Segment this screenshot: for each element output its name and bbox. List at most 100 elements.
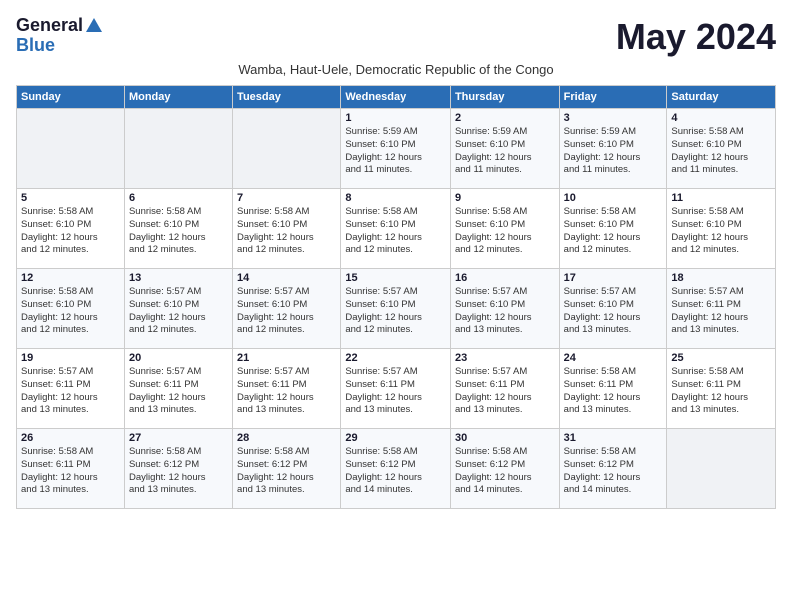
calendar-subtitle: Wamba, Haut-Uele, Democratic Republic of… — [16, 62, 776, 77]
day-number: 10 — [564, 192, 663, 204]
day-number: 20 — [129, 352, 228, 364]
calendar-cell: 27 Sunrise: 5:58 AM Sunset: 6:12 PM Dayli… — [124, 429, 232, 509]
logo-general-text: General — [16, 16, 83, 36]
day-of-week-header: Friday — [559, 86, 667, 109]
page-header: General Blue May 2024 — [16, 16, 776, 58]
calendar-cell: 20 Sunrise: 5:57 AM Sunset: 6:11 PM Dayli… — [124, 349, 232, 429]
day-number: 30 — [455, 432, 555, 444]
day-info: Sunrise: 5:57 AM Sunset: 6:10 PM Dayligh… — [237, 286, 336, 337]
calendar-cell: 29Sunrise: 5:58 AM Sunset: 6:12 PM Dayli… — [341, 429, 451, 509]
day-info: Sunrise: 5:57 AM Sunset: 6:11 PM Dayligh… — [345, 366, 446, 417]
day-of-week-header: Thursday — [450, 86, 559, 109]
day-info: Sunrise: 5:58 AM Sunset: 6:10 PM Dayligh… — [671, 126, 771, 177]
day-info: Sunrise: 5:58 AM Sunset: 6:10 PM Dayligh… — [564, 206, 663, 257]
day-number: 18 — [671, 272, 771, 284]
calendar-cell: 2 Sunrise: 5:59 AM Sunset: 6:10 PM Daylig… — [450, 109, 559, 189]
calendar-cell: 11 Sunrise: 5:58 AM Sunset: 6:10 PM Dayli… — [667, 189, 776, 269]
logo-icon — [85, 16, 103, 34]
calendar-cell: 3Sunrise: 5:59 AM Sunset: 6:10 PM Daylig… — [559, 109, 667, 189]
day-number: 2 — [455, 112, 555, 124]
day-info: Sunrise: 5:57 AM Sunset: 6:11 PM Dayligh… — [129, 366, 228, 417]
day-number: 24 — [564, 352, 663, 364]
day-info: Sunrise: 5:59 AM Sunset: 6:10 PM Dayligh… — [564, 126, 663, 177]
calendar-cell: 25Sunrise: 5:58 AM Sunset: 6:11 PM Dayli… — [667, 349, 776, 429]
day-number: 27 — [129, 432, 228, 444]
day-number: 23 — [455, 352, 555, 364]
calendar-cell: 23Sunrise: 5:57 AM Sunset: 6:11 PM Dayli… — [450, 349, 559, 429]
calendar-cell: 5Sunrise: 5:58 AM Sunset: 6:10 PM Daylig… — [17, 189, 125, 269]
day-number: 4 — [671, 112, 771, 124]
calendar-cell: 7Sunrise: 5:58 AM Sunset: 6:10 PM Daylig… — [233, 189, 341, 269]
calendar-header-row: SundayMondayTuesdayWednesdayThursdayFrid… — [17, 86, 776, 109]
calendar-cell: 18 Sunrise: 5:57 AM Sunset: 6:11 PM Dayli… — [667, 269, 776, 349]
day-number: 25 — [671, 352, 771, 364]
day-info: Sunrise: 5:58 AM Sunset: 6:10 PM Dayligh… — [345, 206, 446, 257]
calendar-cell: 31 Sunrise: 5:58 AM Sunset: 6:12 PM Dayli… — [559, 429, 667, 509]
calendar-cell: 12 Sunrise: 5:58 AM Sunset: 6:10 PM Dayli… — [17, 269, 125, 349]
day-number: 16 — [455, 272, 555, 284]
calendar-week-row: 26Sunrise: 5:58 AM Sunset: 6:11 PM Dayli… — [17, 429, 776, 509]
day-number: 11 — [671, 192, 771, 204]
day-info: Sunrise: 5:57 AM Sunset: 6:11 PM Dayligh… — [671, 286, 771, 337]
calendar-week-row: 12 Sunrise: 5:58 AM Sunset: 6:10 PM Dayli… — [17, 269, 776, 349]
day-info: Sunrise: 5:58 AM Sunset: 6:10 PM Dayligh… — [671, 206, 771, 257]
day-info: Sunrise: 5:58 AM Sunset: 6:11 PM Dayligh… — [21, 446, 120, 497]
day-info: Sunrise: 5:57 AM Sunset: 6:10 PM Dayligh… — [345, 286, 446, 337]
day-of-week-header: Saturday — [667, 86, 776, 109]
calendar-cell: 10 Sunrise: 5:58 AM Sunset: 6:10 PM Dayli… — [559, 189, 667, 269]
day-number: 15 — [345, 272, 446, 284]
calendar-cell: 13Sunrise: 5:57 AM Sunset: 6:10 PM Dayli… — [124, 269, 232, 349]
calendar-cell: 19 Sunrise: 5:57 AM Sunset: 6:11 PM Dayli… — [17, 349, 125, 429]
calendar-cell: 15 Sunrise: 5:57 AM Sunset: 6:10 PM Dayli… — [341, 269, 451, 349]
day-info: Sunrise: 5:58 AM Sunset: 6:11 PM Dayligh… — [564, 366, 663, 417]
calendar-cell: 6Sunrise: 5:58 AM Sunset: 6:10 PM Daylig… — [124, 189, 232, 269]
day-number: 19 — [21, 352, 120, 364]
calendar-cell: 1 Sunrise: 5:59 AM Sunset: 6:10 PM Daylig… — [341, 109, 451, 189]
day-number: 31 — [564, 432, 663, 444]
day-info: Sunrise: 5:57 AM Sunset: 6:11 PM Dayligh… — [237, 366, 336, 417]
calendar-week-row: 5Sunrise: 5:58 AM Sunset: 6:10 PM Daylig… — [17, 189, 776, 269]
calendar-cell: 8 Sunrise: 5:58 AM Sunset: 6:10 PM Daylig… — [341, 189, 451, 269]
day-info: Sunrise: 5:57 AM Sunset: 6:11 PM Dayligh… — [21, 366, 120, 417]
calendar-cell: 17 Sunrise: 5:57 AM Sunset: 6:10 PM Dayli… — [559, 269, 667, 349]
day-number: 14 — [237, 272, 336, 284]
calendar-cell: 22Sunrise: 5:57 AM Sunset: 6:11 PM Dayli… — [341, 349, 451, 429]
calendar-cell: 28 Sunrise: 5:58 AM Sunset: 6:12 PM Dayli… — [233, 429, 341, 509]
day-number: 7 — [237, 192, 336, 204]
day-info: Sunrise: 5:58 AM Sunset: 6:10 PM Dayligh… — [21, 286, 120, 337]
calendar-cell: 4 Sunrise: 5:58 AM Sunset: 6:10 PM Daylig… — [667, 109, 776, 189]
day-info: Sunrise: 5:58 AM Sunset: 6:12 PM Dayligh… — [237, 446, 336, 497]
calendar-cell: 21 Sunrise: 5:57 AM Sunset: 6:11 PM Dayli… — [233, 349, 341, 429]
calendar-cell — [233, 109, 341, 189]
day-of-week-header: Monday — [124, 86, 232, 109]
day-number: 21 — [237, 352, 336, 364]
day-of-week-header: Tuesday — [233, 86, 341, 109]
day-info: Sunrise: 5:58 AM Sunset: 6:12 PM Dayligh… — [564, 446, 663, 497]
day-info: Sunrise: 5:59 AM Sunset: 6:10 PM Dayligh… — [455, 126, 555, 177]
calendar-cell — [124, 109, 232, 189]
day-number: 8 — [345, 192, 446, 204]
calendar-cell: 14 Sunrise: 5:57 AM Sunset: 6:10 PM Dayli… — [233, 269, 341, 349]
calendar-cell: 16 Sunrise: 5:57 AM Sunset: 6:10 PM Dayli… — [450, 269, 559, 349]
calendar-table: SundayMondayTuesdayWednesdayThursdayFrid… — [16, 85, 776, 509]
calendar-week-row: 1 Sunrise: 5:59 AM Sunset: 6:10 PM Daylig… — [17, 109, 776, 189]
day-number: 28 — [237, 432, 336, 444]
day-number: 12 — [21, 272, 120, 284]
logo-blue-text: Blue — [16, 36, 55, 56]
calendar-cell: 30Sunrise: 5:58 AM Sunset: 6:12 PM Dayli… — [450, 429, 559, 509]
calendar-week-row: 19 Sunrise: 5:57 AM Sunset: 6:11 PM Dayli… — [17, 349, 776, 429]
day-info: Sunrise: 5:57 AM Sunset: 6:10 PM Dayligh… — [564, 286, 663, 337]
day-info: Sunrise: 5:57 AM Sunset: 6:10 PM Dayligh… — [455, 286, 555, 337]
calendar-cell: 26Sunrise: 5:58 AM Sunset: 6:11 PM Dayli… — [17, 429, 125, 509]
day-info: Sunrise: 5:58 AM Sunset: 6:12 PM Dayligh… — [129, 446, 228, 497]
day-number: 17 — [564, 272, 663, 284]
calendar-cell — [667, 429, 776, 509]
day-number: 1 — [345, 112, 446, 124]
day-number: 9 — [455, 192, 555, 204]
day-info: Sunrise: 5:59 AM Sunset: 6:10 PM Dayligh… — [345, 126, 446, 177]
day-info: Sunrise: 5:58 AM Sunset: 6:12 PM Dayligh… — [345, 446, 446, 497]
month-title: May 2024 — [616, 16, 776, 58]
day-of-week-header: Wednesday — [341, 86, 451, 109]
calendar-cell: 24 Sunrise: 5:58 AM Sunset: 6:11 PM Dayli… — [559, 349, 667, 429]
day-info: Sunrise: 5:58 AM Sunset: 6:10 PM Dayligh… — [129, 206, 228, 257]
